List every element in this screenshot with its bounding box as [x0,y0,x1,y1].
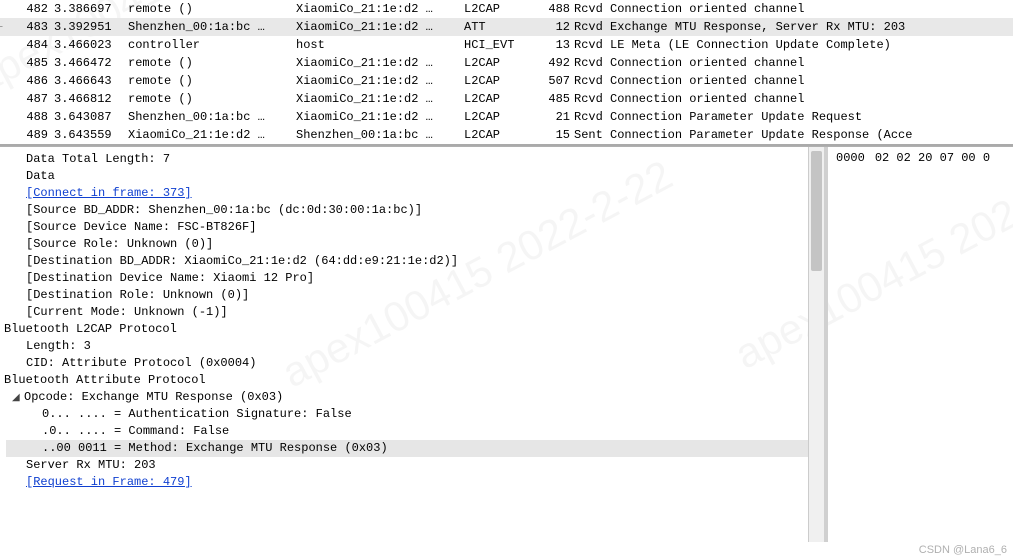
col-protocol: L2CAP [464,92,532,106]
col-protocol: HCI_EVT [464,38,532,52]
col-info: Rcvd Connection oriented channel [574,92,804,106]
col-source: Shenzhen_00:1a:bc … [128,110,296,124]
col-destination: XiaomiCo_21:1e:d2 … [296,74,464,88]
watermark: CSDN @Lana6_6 [919,544,1007,556]
connect-in-frame-link[interactable]: [Connect in frame: 373] [26,186,192,200]
col-source: controller [128,38,296,52]
col-length: 15 [532,128,574,142]
collapse-icon: ◢ [0,373,2,390]
col-source: remote () [128,2,296,16]
scrollbar-thumb[interactable] [811,151,822,271]
source-device-name: [Source Device Name: FSC-BT826F] [6,219,824,236]
auth-signature: 0... .... = Authentication Signature: Fa… [6,406,824,423]
col-protocol: L2CAP [464,2,532,16]
col-info: Rcvd Connection oriented channel [574,56,804,70]
col-length: 507 [532,74,574,88]
destination-role: [Destination Role: Unknown (0)] [6,287,824,304]
scrollbar[interactable] [808,147,824,542]
col-no: 486 [6,74,54,88]
packet-row[interactable]: 4883.643087Shenzhen_00:1a:bc …XiaomiCo_2… [0,108,1013,126]
col-info: Rcvd Connection Parameter Update Request [574,110,862,124]
col-time: 3.643087 [54,110,128,124]
col-length: 12 [532,20,574,34]
col-no: 483 [6,20,54,34]
col-length: 492 [532,56,574,70]
col-info: Rcvd LE Meta (LE Connection Update Compl… [574,38,891,52]
col-source: remote () [128,74,296,88]
data-total-length: Data Total Length: 7 [6,151,824,168]
col-time: 3.466643 [54,74,128,88]
col-source: remote () [128,92,296,106]
col-destination: XiaomiCo_21:1e:d2 … [296,92,464,106]
server-rx-mtu: Server Rx MTU: 203 [6,457,824,474]
col-source: Shenzhen_00:1a:bc … [128,20,296,34]
hex-bytes: 02 02 20 07 00 0 [875,151,990,165]
col-destination: host [296,38,464,52]
col-no: 487 [6,92,54,106]
packet-row[interactable]: ←4833.392951Shenzhen_00:1a:bc …XiaomiCo_… [0,18,1013,36]
col-length: 488 [532,2,574,16]
current-mode: [Current Mode: Unknown (-1)] [6,304,824,321]
packet-list[interactable]: 4823.386697remote ()XiaomiCo_21:1e:d2 …L… [0,0,1013,146]
att-header[interactable]: ◢Bluetooth Attribute Protocol [6,372,824,389]
packet-row[interactable]: 4843.466023controllerhostHCI_EVT13Rcvd L… [0,36,1013,54]
col-length: 13 [532,38,574,52]
col-source: XiaomiCo_21:1e:d2 … [128,128,296,142]
col-protocol: L2CAP [464,56,532,70]
col-no: 484 [6,38,54,52]
col-time: 3.466023 [54,38,128,52]
packet-row[interactable]: 4863.466643remote ()XiaomiCo_21:1e:d2 …L… [0,72,1013,90]
col-destination: XiaomiCo_21:1e:d2 … [296,2,464,16]
col-info: Sent Connection Parameter Update Respons… [574,128,912,142]
hex-offset: 0000 [836,151,865,165]
packet-row[interactable]: 4893.643559XiaomiCo_21:1e:d2 …Shenzhen_0… [0,126,1013,144]
col-destination: Shenzhen_00:1a:bc … [296,128,464,142]
l2cap-header[interactable]: ◢Bluetooth L2CAP Protocol [6,321,824,338]
col-time: 3.392951 [54,20,128,34]
col-no: 488 [6,110,54,124]
col-time: 3.386697 [54,2,128,16]
col-source: remote () [128,56,296,70]
col-length: 21 [532,110,574,124]
packet-row[interactable]: 4853.466472remote ()XiaomiCo_21:1e:d2 …L… [0,54,1013,72]
request-in-frame-link[interactable]: [Request in Frame: 479] [26,475,192,489]
packet-row[interactable]: 4873.466812remote ()XiaomiCo_21:1e:d2 …L… [0,90,1013,108]
col-protocol: L2CAP [464,74,532,88]
destination-device-name: [Destination Device Name: Xiaomi 12 Pro] [6,270,824,287]
selected-arrow-icon: ← [0,20,3,32]
data-section: Data [6,168,824,185]
l2cap-cid: CID: Attribute Protocol (0x0004) [6,355,824,372]
hex-pane[interactable]: 0000 02 02 20 07 00 0 [828,147,1013,542]
source-role: [Source Role: Unknown (0)] [6,236,824,253]
source-bdaddr: [Source BD_ADDR: Shenzhen_00:1a:bc (dc:0… [6,202,824,219]
col-no: 482 [6,2,54,16]
col-info: Rcvd Connection oriented channel [574,74,804,88]
col-destination: XiaomiCo_21:1e:d2 … [296,56,464,70]
collapse-icon: ◢ [0,322,2,339]
collapse-icon: ◢ [12,390,22,407]
col-length: 485 [532,92,574,106]
col-destination: XiaomiCo_21:1e:d2 … [296,20,464,34]
col-info: Rcvd Exchange MTU Response, Server Rx MT… [574,20,905,34]
col-no: 489 [6,128,54,142]
col-protocol: L2CAP [464,128,532,142]
col-time: 3.643559 [54,128,128,142]
l2cap-length: Length: 3 [6,338,824,355]
opcode[interactable]: ◢Opcode: Exchange MTU Response (0x03) [6,389,824,406]
packet-detail-tree[interactable]: Data Total Length: 7 Data [Connect in fr… [0,147,828,542]
col-destination: XiaomiCo_21:1e:d2 … [296,110,464,124]
packet-row[interactable]: 4823.386697remote ()XiaomiCo_21:1e:d2 …L… [0,0,1013,18]
col-no: 485 [6,56,54,70]
method[interactable]: ..00 0011 = Method: Exchange MTU Respons… [6,440,824,457]
destination-bdaddr: [Destination BD_ADDR: XiaomiCo_21:1e:d2 … [6,253,824,270]
col-time: 3.466472 [54,56,128,70]
col-time: 3.466812 [54,92,128,106]
command-flag: .0.. .... = Command: False [6,423,824,440]
col-info: Rcvd Connection oriented channel [574,2,804,16]
col-protocol: ATT [464,20,532,34]
col-protocol: L2CAP [464,110,532,124]
